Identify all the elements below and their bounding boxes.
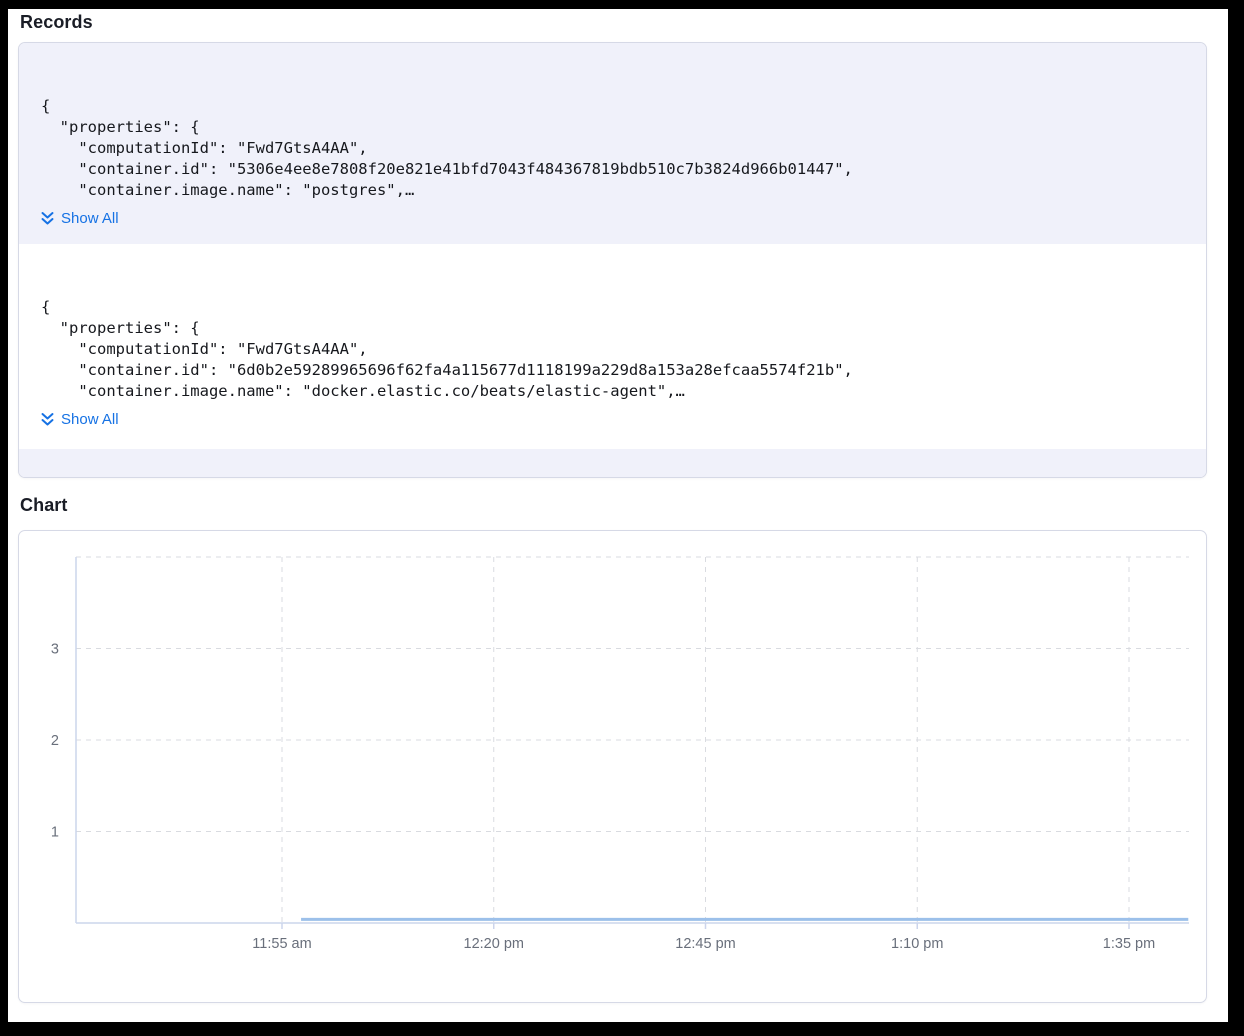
x-tick-label: 12:20 pm [464, 936, 524, 952]
record-row: { "properties": { "computationId": "Fwd7… [19, 244, 1206, 449]
panel-background: Records { "properties": { "computationId… [8, 9, 1228, 1022]
record-row-partial [19, 449, 1206, 478]
code-line: "container.image.name": "postgres",… [41, 180, 1182, 201]
show-all-link[interactable]: Show All [41, 411, 119, 428]
show-all-label: Show All [61, 210, 119, 227]
record-json-preview: { "properties": { "computationId": "Fwd7… [41, 297, 1182, 402]
y-tick-label: 2 [51, 733, 59, 749]
code-line: "properties": { [41, 318, 1182, 339]
code-line: "computationId": "Fwd7GtsA4AA", [41, 138, 1182, 159]
code-line: "container.id": "5306e4ee8e7808f20e821e4… [41, 159, 1182, 180]
x-tick-label: 11:55 am [252, 936, 311, 952]
records-card: { "properties": { "computationId": "Fwd7… [18, 42, 1207, 478]
x-tick-label: 1:10 pm [891, 936, 943, 952]
show-all-link[interactable]: Show All [41, 210, 119, 227]
chart-canvas[interactable]: 1 2 3 11:55 am 12:20 pm 12:45 pm 1:10 pm 1:35 p… [19, 531, 1207, 1003]
chart-card: 1 2 3 11:55 am 12:20 pm 12:45 pm 1:10 pm 1:35 p… [18, 530, 1207, 1003]
code-line: "container.id": "6d0b2e59289965696f62fa4… [41, 360, 1182, 381]
record-row: { "properties": { "computationId": "Fwd7… [19, 43, 1206, 244]
double-chevron-down-icon [41, 412, 54, 427]
y-tick-label: 3 [51, 642, 59, 658]
chart-section-heading: Chart [20, 495, 68, 516]
code-line: "container.image.name": "docker.elastic.… [41, 381, 1182, 402]
show-all-label: Show All [61, 411, 119, 428]
code-line: { [41, 96, 1182, 117]
record-json-preview: { "properties": { "computationId": "Fwd7… [41, 96, 1182, 201]
x-tick-label: 12:45 pm [675, 936, 735, 952]
double-chevron-down-icon [41, 211, 54, 226]
code-line: "properties": { [41, 117, 1182, 138]
x-tick-label: 1:35 pm [1103, 936, 1155, 952]
y-tick-label: 1 [51, 825, 59, 841]
records-section-heading: Records [20, 12, 93, 33]
code-line: { [41, 297, 1182, 318]
code-line: "computationId": "Fwd7GtsA4AA", [41, 339, 1182, 360]
